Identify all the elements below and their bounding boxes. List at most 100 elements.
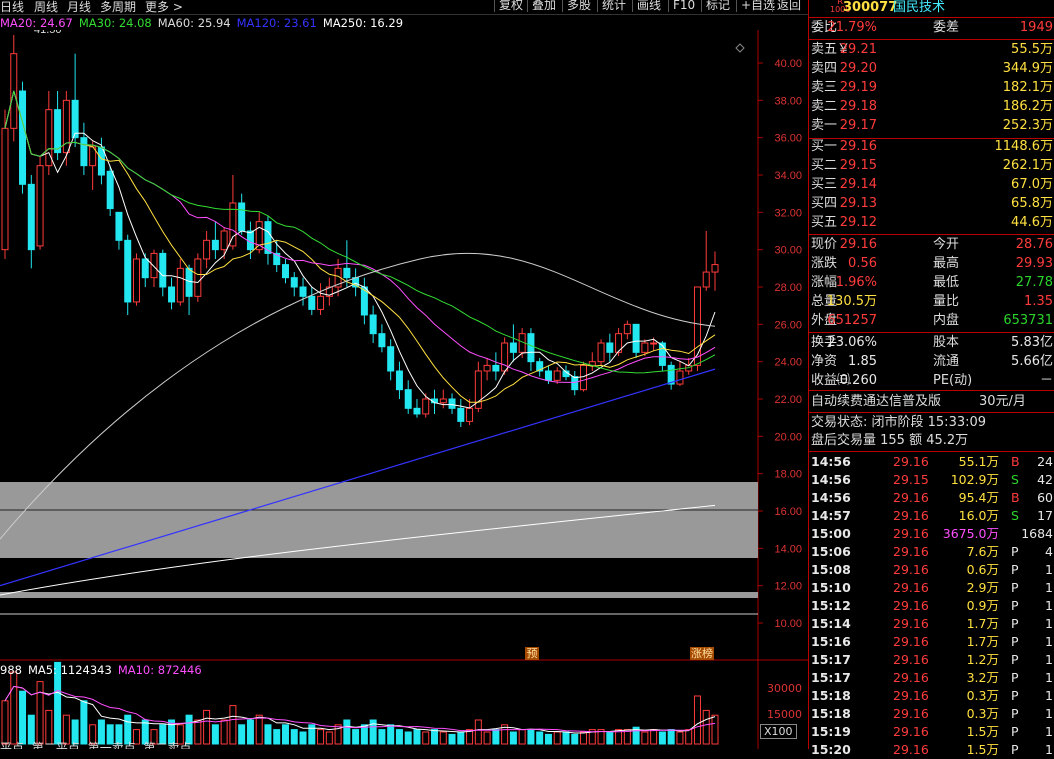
stat-value: 5.66亿 <box>1011 354 1053 369</box>
candle-body <box>641 342 649 353</box>
tab-first-sell-point[interactable]: 第一卖点 <box>88 741 136 749</box>
candle-body <box>203 239 211 260</box>
y-tick-label: 14.00 <box>774 543 802 555</box>
candle-body <box>176 267 184 303</box>
volume-bar <box>580 731 588 745</box>
tick-row: 15:08 29.16 0.6万 P 1 <box>809 561 1054 579</box>
candle-body <box>290 277 298 288</box>
tick-time: 15:14 <box>811 616 851 631</box>
promo-banner[interactable]: 自动续费通达信普及版 30元/月 <box>809 393 1054 411</box>
quote-value: 28.76 <box>1015 237 1053 252</box>
tick-flag: P <box>1011 544 1019 559</box>
overlay-button[interactable]: 叠加 <box>527 0 560 12</box>
stat-value: 23.06% <box>827 335 877 350</box>
volume-bar <box>220 719 228 745</box>
quote-label: 现价 <box>811 237 838 252</box>
stat-value: -0.260 <box>835 373 877 388</box>
tick-time: 15:19 <box>811 724 851 739</box>
band-bar <box>0 592 758 598</box>
volume-bar <box>544 733 552 745</box>
volume-bar <box>685 729 693 745</box>
kline-chart[interactable]: 40.00 38.00 36.00 34.00 32.00 30.00 28.00 26.00… <box>0 30 808 749</box>
stat-value: － <box>1039 373 1053 388</box>
volume-bar <box>536 731 544 745</box>
mark-button[interactable]: 标记 <box>701 0 734 12</box>
tick-time: 15:12 <box>811 598 851 613</box>
volume-bar <box>238 724 246 745</box>
back-button[interactable]: 返回 <box>772 0 805 12</box>
candle-body <box>132 258 140 303</box>
candle-body <box>501 342 509 372</box>
volume-bar <box>641 731 649 745</box>
tick-time: 15:08 <box>811 562 851 577</box>
tab-second-flat-point[interactable]: 第二平点 <box>32 741 80 749</box>
ask-price: 29.17 <box>839 118 877 133</box>
tick-row: 15:16 29.16 1.7万 P 1 <box>809 633 1054 651</box>
multi-stock-button[interactable]: 多股 <box>562 0 595 12</box>
tick-price: 29.16 <box>893 652 929 667</box>
draw-line-button[interactable]: 画线 <box>632 0 665 12</box>
tick-row: 15:19 29.16 1.5万 P 1 <box>809 723 1054 741</box>
tick-volume: 16.0万 <box>958 508 999 523</box>
tick-volume: 102.9万 <box>950 472 999 487</box>
quote-panel: R 1000 300077 国民技术 委比 21.79% 委差 1949 卖五￥ 2… <box>808 0 1054 757</box>
volume-bar <box>413 729 421 745</box>
tab-more[interactable]: 更多 > <box>145 0 183 15</box>
ask-price: 29.19 <box>839 80 877 95</box>
y-tick-label: 34.00 <box>774 170 802 182</box>
ask-volume: 55.5万 <box>1011 42 1053 57</box>
quote-value: 27.78 <box>1015 275 1053 290</box>
candle-body <box>606 342 614 353</box>
volume-bar <box>448 733 456 745</box>
candle-body <box>71 99 79 139</box>
tick-row: 15:14 29.16 1.7万 P 1 <box>809 615 1054 633</box>
trade-status: 交易状态: 闭市阶段 15:33:09 <box>811 415 987 430</box>
volume-bar <box>1 700 9 745</box>
tick-row: 15:20 29.16 1.5万 P 1 <box>809 741 1054 759</box>
tick-volume: 0.9万 <box>966 598 999 613</box>
candle-body <box>1 127 9 251</box>
volume-bar <box>518 729 526 745</box>
candle-body <box>238 202 246 232</box>
candle-body <box>404 389 412 409</box>
quote-value: 29.16 <box>839 237 877 252</box>
tick-time: 15:06 <box>811 544 851 559</box>
stat-label: PE(动) <box>933 373 973 388</box>
tab-monthly[interactable]: 月线 <box>67 0 91 15</box>
bid-row: 买四 29.13 65.8万 <box>809 195 1054 213</box>
bid-price: 29.16 <box>839 139 877 154</box>
stat-value: 1.85 <box>848 354 877 369</box>
tick-price: 29.16 <box>893 544 929 559</box>
tick-volume: 0.6万 <box>966 562 999 577</box>
tick-count: 1 <box>1045 724 1053 739</box>
ma-legend-item: MA20: 24.67 <box>0 16 73 30</box>
candle-body <box>168 286 176 303</box>
tab-daily[interactable]: 日线 <box>0 0 24 15</box>
chart-event-label[interactable]: 预 <box>527 647 538 660</box>
tab-second-sell-point[interactable]: 第二卖点 <box>144 741 192 749</box>
volume-bar <box>317 729 325 745</box>
tick-volume: 1.2万 <box>966 652 999 667</box>
ask-label: 卖三 <box>811 80 838 95</box>
quote-row: 涨幅 1.96% 最低 27.78 <box>809 274 1054 292</box>
restore-rights-button[interactable]: 复权 <box>494 0 527 12</box>
bid-volume: 44.6万 <box>1011 215 1053 230</box>
f10-button[interactable]: F10 <box>668 0 699 12</box>
tick-row: 15:18 29.16 0.3万 P 1 <box>809 705 1054 723</box>
statistics-button[interactable]: 统计 <box>597 0 630 12</box>
stat-label: 流通 <box>933 354 960 369</box>
tab-flat-point[interactable]: 平点 <box>0 741 24 749</box>
tab-weekly[interactable]: 周线 <box>34 0 58 15</box>
volume-unit: X100 <box>760 724 797 739</box>
candle-body <box>141 258 149 279</box>
ask-row: 卖五￥ 29.21 55.5万 <box>809 41 1054 59</box>
ask-row: 卖三 29.19 182.1万 <box>809 79 1054 97</box>
after-hours-volume: 盘后交易量 155 额 45.2万 <box>811 433 969 448</box>
tick-flag: P <box>1011 598 1019 613</box>
tick-row: 14:57 29.16 16.0万 S 17 <box>809 507 1054 525</box>
candle-body <box>343 267 351 279</box>
ma20-line <box>4 90 716 383</box>
bid-volume: 262.1万 <box>1002 158 1053 173</box>
chart-event-label[interactable]: 涨榜 <box>691 646 713 660</box>
tab-multi-period[interactable]: 多周期 <box>100 0 136 15</box>
